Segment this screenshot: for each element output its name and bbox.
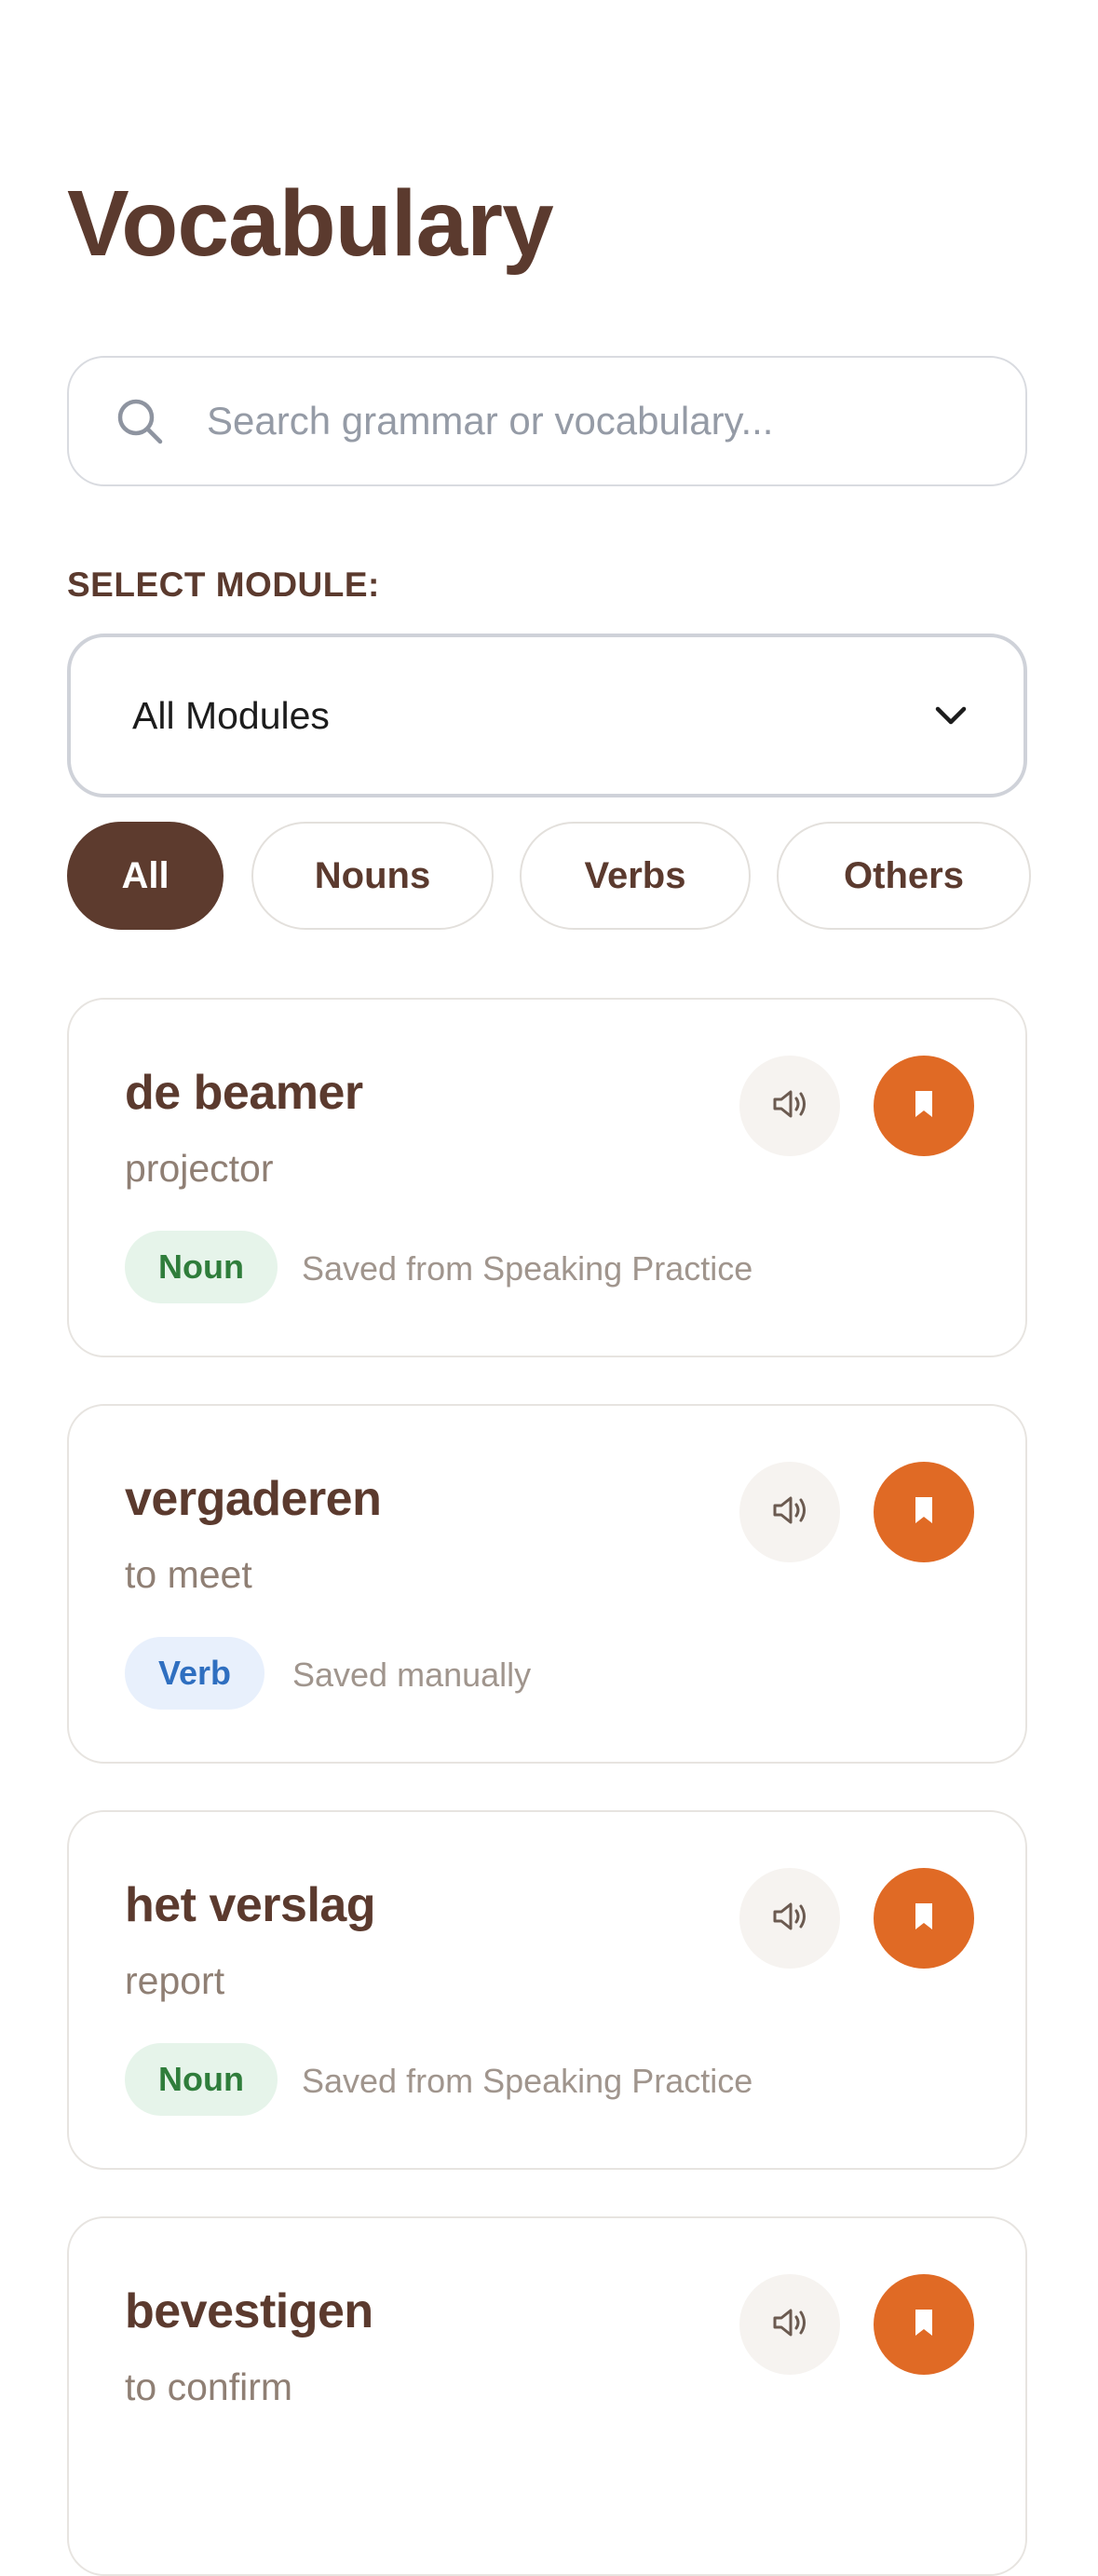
word-type-badge: Verb [125,1637,265,1710]
vocab-card[interactable]: het verslag report Noun Saved from Speak… [67,1810,1027,2170]
word-type-badge: Noun [125,2043,278,2116]
bookmark-button[interactable] [874,1462,974,1562]
speaker-icon [767,2300,812,2350]
vocab-translation: projector [125,1147,274,1190]
vocab-card[interactable]: de beamer projector Noun Saved from Spea… [67,998,1027,1357]
filter-others[interactable]: Others [777,822,1031,930]
bookmark-icon [905,2304,942,2346]
vocab-term: het verslag [125,1878,376,1932]
word-type-badge: Noun [125,1231,278,1303]
filter-tabs: All Nouns Verbs Others [67,822,1031,930]
vocab-card[interactable]: vergaderen to meet Verb Saved manually [67,1404,1027,1764]
bookmark-icon [905,1085,942,1127]
vocab-card[interactable]: bevestigen to confirm [67,2216,1027,2576]
saved-source: Saved from Speaking Practice [302,1249,753,1288]
search-input[interactable] [205,398,972,444]
vocab-translation: to confirm [125,2365,292,2408]
bookmark-button[interactable] [874,2274,974,2375]
vocab-translation: to meet [125,1553,252,1596]
module-select[interactable]: All Modules [67,634,1027,797]
vocab-translation: report [125,1959,225,2002]
saved-source: Saved from Speaking Practice [302,2062,753,2100]
bookmark-button[interactable] [874,1868,974,1969]
speak-button[interactable] [739,2274,840,2375]
speak-button[interactable] [739,1056,840,1156]
saved-source: Saved manually [292,1656,532,1694]
filter-verbs[interactable]: Verbs [520,822,751,930]
speaker-icon [767,1488,812,1537]
speak-button[interactable] [739,1868,840,1969]
vocab-term: vergaderen [125,1472,382,1526]
filter-all[interactable]: All [67,822,224,930]
search-icon [114,395,166,447]
vocab-term: de beamer [125,1066,363,1120]
speak-button[interactable] [739,1462,840,1562]
speaker-icon [767,1082,812,1131]
search-bar[interactable] [67,356,1027,486]
page-title: Vocabulary [67,171,554,276]
module-select-value: All Modules [132,693,330,737]
vocab-term: bevestigen [125,2284,373,2338]
bookmark-icon [905,1492,942,1533]
speaker-icon [767,1894,812,1943]
chevron-down-icon [930,695,971,736]
bookmark-icon [905,1898,942,1940]
bookmark-button[interactable] [874,1056,974,1156]
module-select-label: SELECT MODULE: [67,566,380,604]
filter-nouns[interactable]: Nouns [251,822,494,930]
